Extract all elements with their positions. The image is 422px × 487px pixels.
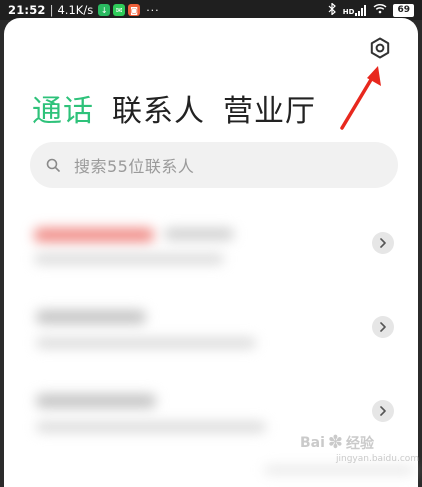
bluetooth-icon [328,1,337,18]
app-notification-icon: ↓ [98,4,111,16]
status-time: 21:52 [8,3,46,17]
chevron-right-icon [380,406,386,416]
chevron-right-icon [380,238,386,248]
contacts-panel: 通话 联系人 营业厅 搜索55位联系人 [4,18,418,487]
more-notifications-icon: ··· [146,3,160,17]
blurred-detail [36,338,256,348]
battery-icon: 69 [393,3,414,17]
wifi-icon [373,3,387,17]
row-detail-button[interactable] [372,400,394,422]
call-log-row[interactable] [4,294,418,374]
app-notification-icon: ◙ [128,4,141,16]
tab-service-hall[interactable]: 营业厅 [223,86,316,130]
blurred-divider [264,466,414,474]
blurred-name [34,228,154,242]
notification-icons: ↓ ✉ ◙ [98,4,141,16]
status-bar: 21:52 | 4.1K/s ↓ ✉ ◙ ··· HD 69 [0,0,422,20]
search-placeholder: 搜索55位联系人 [74,157,195,176]
tab-bar: 通话 联系人 营业厅 [32,86,316,130]
hd-label: HD [342,7,355,16]
status-separator: | [49,3,54,17]
chevron-right-icon [380,322,386,332]
signal-icon: HD [342,4,368,16]
blurred-name [36,310,146,324]
blurred-detail [34,254,224,264]
settings-button[interactable] [368,36,392,60]
tab-contacts[interactable]: 联系人 [112,86,205,130]
paw-logo-icon: ✽ [327,432,344,453]
phone-screen: 21:52 | 4.1K/s ↓ ✉ ◙ ··· HD 69 通话 联系人 营业… [0,0,422,487]
gear-icon [370,37,390,59]
watermark-url: jingyan.baidu.com [336,454,420,464]
search-input[interactable]: 搜索55位联系人 [30,142,398,188]
row-detail-button[interactable] [372,232,394,254]
blurred-name [36,394,156,408]
search-icon [46,158,60,172]
row-detail-button[interactable] [372,316,394,338]
wechat-icon: ✉ [113,4,126,16]
status-right: HD 69 [328,1,414,18]
net-speed: 4.1K/s [57,3,94,17]
blurred-name [164,228,234,240]
blurred-detail [36,422,266,432]
watermark-brand: Bai [300,434,325,451]
watermark: Bai ✽ 经验 jingyan.baidu.com [300,432,419,464]
call-log-row[interactable] [4,210,418,290]
watermark-brand-suffix: 经验 [346,435,375,452]
tab-calls[interactable]: 通话 [32,86,94,130]
